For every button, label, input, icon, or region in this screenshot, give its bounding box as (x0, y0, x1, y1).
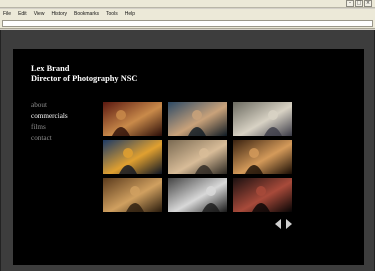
thumbnail-grid (103, 102, 292, 212)
menu-edit[interactable]: Edit (18, 11, 27, 17)
nav-contact[interactable]: contact (31, 133, 68, 144)
menu-history[interactable]: History (51, 11, 67, 17)
chevron-left-icon[interactable] (275, 219, 282, 229)
menu-view[interactable]: View (34, 11, 45, 17)
thumb-woman-at-desk[interactable] (233, 102, 292, 136)
thumb-people-standing[interactable] (168, 178, 227, 212)
nav-about[interactable]: about (31, 100, 68, 111)
site-stage: Lex Brand Director of Photography NSC ab… (13, 49, 364, 265)
menu-help[interactable]: Help (125, 11, 135, 17)
page-viewport: Lex Brand Director of Photography NSC ab… (0, 30, 375, 271)
thumb-couple-in-car[interactable] (103, 102, 162, 136)
thumbnail-image (233, 140, 292, 174)
browser-toolbar (0, 18, 375, 29)
site-header: Lex Brand Director of Photography NSC (31, 64, 137, 84)
thumb-dark-room[interactable] (233, 178, 292, 212)
nav-films[interactable]: films (31, 122, 68, 133)
thumb-man-with-guitar[interactable] (233, 140, 292, 174)
brand-name: Lex Brand (31, 64, 70, 73)
thumb-man-shouting[interactable] (168, 140, 227, 174)
gallery-pager (275, 219, 292, 229)
site-nav: about commercials films contact (31, 100, 68, 144)
nav-commercials[interactable]: commercials (31, 111, 68, 122)
window-buttons: – □ × (346, 0, 372, 8)
menu-bookmarks[interactable]: Bookmarks (74, 11, 99, 17)
chevron-right-icon[interactable] (285, 219, 292, 229)
thumbnail-image (103, 102, 162, 136)
thumbnail-image (103, 178, 162, 212)
menu-file[interactable]: File (3, 11, 11, 17)
close-icon[interactable]: × (364, 0, 372, 7)
browser-title-bar: – □ × (0, 0, 375, 8)
thumbnail-image (103, 140, 162, 174)
menu-tools[interactable]: Tools (106, 11, 118, 17)
browser-menu-bar: File Edit View History Bookmarks Tools H… (0, 9, 375, 18)
thumbnail-image (168, 140, 227, 174)
address-input[interactable] (2, 20, 373, 27)
thumb-group-at-counter[interactable] (103, 178, 162, 212)
thumb-kitchen-appliances[interactable] (103, 140, 162, 174)
thumbnail-image (233, 178, 292, 212)
minimize-icon[interactable]: – (346, 0, 354, 7)
brand-title: Director of Photography NSC (31, 74, 138, 83)
thumbnail-image (168, 102, 227, 136)
thumbnail-image (168, 178, 227, 212)
thumbnail-image (233, 102, 292, 136)
maximize-icon[interactable]: □ (355, 0, 363, 7)
thumb-woman-at-window[interactable] (168, 102, 227, 136)
